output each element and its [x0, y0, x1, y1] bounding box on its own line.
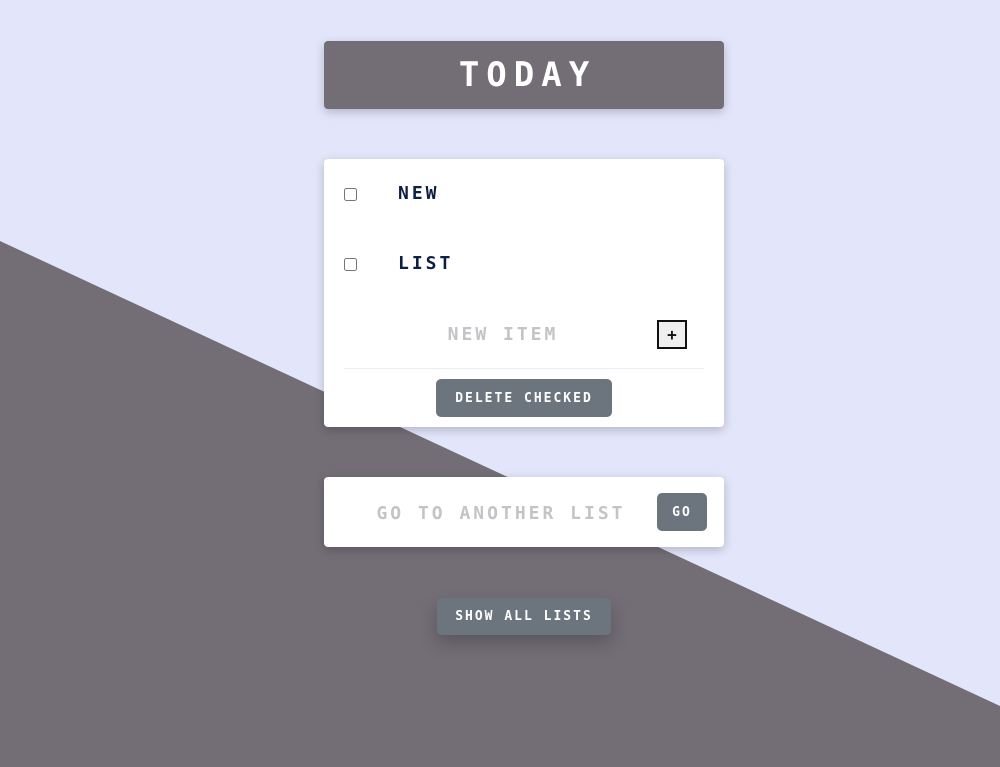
divider [344, 368, 704, 369]
list-item: NEW [324, 174, 724, 214]
item-label: NEW [398, 183, 440, 204]
new-item-input[interactable] [396, 319, 610, 349]
item-label: LIST [398, 253, 454, 274]
item-checkbox-new[interactable] [344, 188, 357, 201]
goto-list-input[interactable] [344, 498, 658, 528]
item-checkbox-list[interactable] [344, 258, 357, 271]
show-all-lists-button[interactable]: SHOW ALL LISTS [437, 598, 611, 635]
page-title: TODAY [458, 55, 597, 95]
title-bar: TODAY [324, 41, 724, 109]
goto-list-card: GO [324, 477, 724, 547]
delete-checked-button[interactable]: DELETE CHECKED [436, 379, 612, 417]
add-item-button[interactable]: + [657, 320, 687, 349]
list-item: LIST [324, 244, 724, 284]
go-button[interactable]: GO [657, 493, 707, 531]
list-card: NEW LIST + DELETE CHECKED [324, 159, 724, 427]
